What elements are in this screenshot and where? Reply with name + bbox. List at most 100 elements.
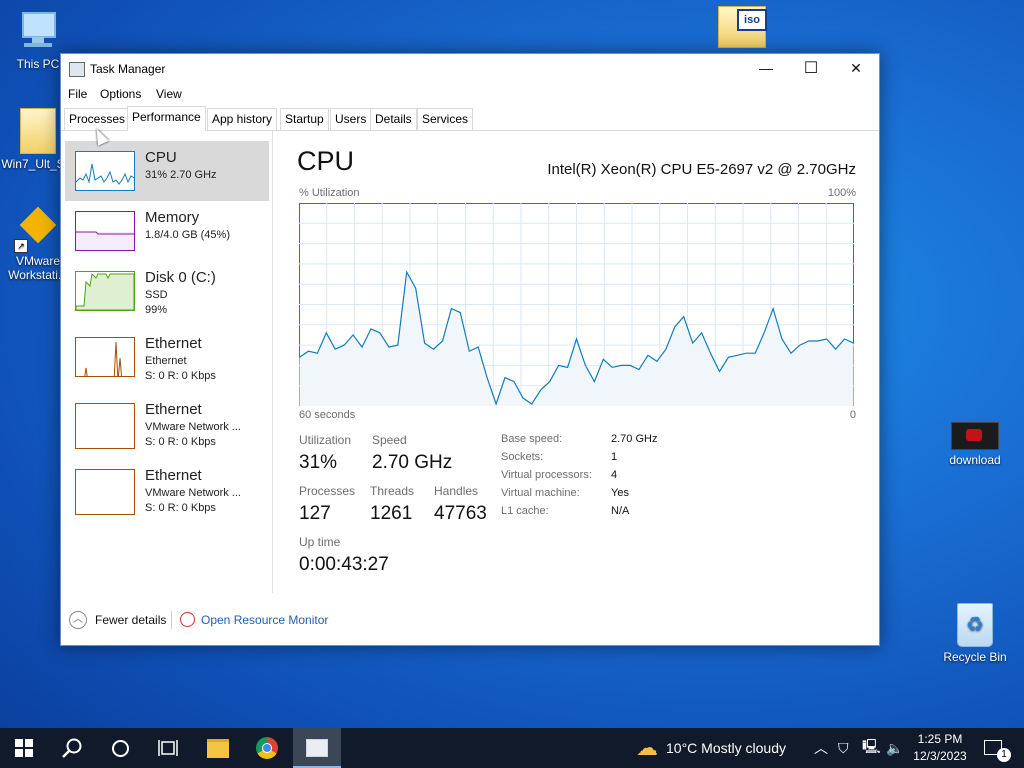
sidebar-item-detail: 31% 2.70 GHz (145, 169, 217, 181)
footer-divider (171, 611, 172, 629)
ethernet-thumbnail-graph (75, 337, 135, 377)
action-center-button[interactable]: 1 (976, 728, 1016, 768)
tab-details[interactable]: Details (370, 108, 417, 130)
tab-performance[interactable]: Performance (127, 106, 206, 131)
clock-date: 12/3/2023 (913, 749, 967, 763)
sidebar-item-name: CPU (145, 149, 177, 166)
chrome-button[interactable] (243, 728, 291, 768)
chevron-up-icon[interactable]: ︿ (69, 611, 87, 629)
sidebar-item-ethernet-1[interactable]: Ethernet Ethernet S: 0 R: 0 Kbps (65, 327, 269, 387)
tab-strip: Processes Performance App history Startu… (61, 106, 879, 131)
recycle-bin-icon: ♻ (957, 603, 993, 647)
desktop-icon-label: VMware Workstati... (8, 254, 68, 282)
tab-services[interactable]: Services (417, 108, 474, 130)
stat-utilization-label: Utilization (299, 433, 352, 447)
cpu-utilization-graph (299, 203, 854, 406)
network-icon[interactable]: 🖳 (862, 728, 881, 768)
sidebar-item-throughput: S: 0 R: 0 Kbps (145, 370, 216, 382)
fewer-details-link[interactable]: Fewer details (95, 613, 166, 627)
stat-threads-value: 1261 (370, 503, 413, 524)
cpu-thumbnail-graph (75, 151, 135, 191)
graph-y-label: % Utilization (299, 187, 360, 199)
iso-file-icon[interactable]: iso (718, 6, 767, 48)
desktop-icon-recycle-bin[interactable]: ♻ Recycle Bin (937, 603, 1013, 664)
search-button[interactable] (48, 728, 96, 768)
chrome-icon (256, 737, 278, 759)
sidebar-item-cpu[interactable]: CPU 31% 2.70 GHz (65, 141, 269, 201)
weather-widget[interactable]: ☁ 10°C Mostly cloudy (636, 728, 786, 768)
tab-app-history[interactable]: App history (207, 108, 278, 130)
sidebar-item-ethernet-2[interactable]: Ethernet VMware Network ... S: 0 R: 0 Kb… (65, 393, 269, 453)
chevron-up-tray-icon[interactable]: ︿ (814, 728, 828, 768)
task-manager-app-icon (69, 62, 85, 77)
footer-bar: ︿ Fewer details Open Resource Monitor (61, 607, 879, 637)
task-manager-taskbar-button[interactable] (293, 728, 341, 768)
desktop-icon-download[interactable]: download (937, 422, 1013, 467)
detail-base-speed-key: Base speed: (501, 433, 563, 445)
task-manager-window: Task Manager — ☐ ✕ File Options View Pro… (60, 53, 880, 646)
stat-processes-label: Processes (299, 484, 356, 498)
stat-uptime-label: Up time (299, 535, 341, 549)
disk-thumbnail-graph (75, 271, 135, 311)
file-explorer-icon (207, 738, 229, 758)
open-resource-monitor-link[interactable]: Open Resource Monitor (201, 613, 328, 627)
resource-monitor-icon (180, 612, 195, 627)
menu-options[interactable]: Options (100, 87, 141, 101)
sidebar-item-detail: 1.8/4.0 GB (45%) (145, 229, 230, 241)
graph-y-max-label: 100% (827, 187, 856, 199)
task-view-button[interactable] (144, 728, 192, 768)
sidebar-item-memory[interactable]: Memory 1.8/4.0 GB (45%) (65, 201, 269, 261)
sidebar-item-name: Ethernet (145, 401, 202, 418)
security-tray-icon[interactable]: ⛉ (838, 728, 849, 768)
menu-view[interactable]: View (156, 87, 182, 101)
file-explorer-button[interactable] (194, 728, 242, 768)
maximize-button[interactable]: ☐ (788, 54, 834, 84)
stat-utilization-value: 31% (299, 452, 338, 473)
sidebar-item-usage: 99% (145, 304, 168, 316)
stat-speed-value: 2.70 GHz (372, 452, 453, 473)
window-title: Task Manager (90, 62, 166, 76)
sidebar-item-name: Ethernet (145, 467, 202, 484)
stat-handles-label: Handles (434, 484, 479, 498)
search-icon (62, 738, 82, 758)
notification-badge: 1 (997, 748, 1011, 762)
minimize-button[interactable]: — (743, 54, 789, 84)
close-button[interactable]: ✕ (833, 54, 879, 84)
detail-virtual-machine-key: Virtual machine: (501, 487, 580, 499)
tab-processes[interactable]: Processes (64, 108, 131, 130)
clock-time: 1:25 PM (917, 732, 963, 746)
tab-users[interactable]: Users (330, 108, 372, 130)
clock[interactable]: 1:25 PM 12/3/2023 (910, 731, 970, 765)
graph-x-right-label: 0 (849, 409, 856, 421)
tab-startup[interactable]: Startup (280, 108, 329, 130)
sidebar-item-detail: Ethernet (145, 355, 187, 367)
sidebar-item-disk[interactable]: Disk 0 (C:) SSD 99% (65, 261, 269, 321)
start-button[interactable] (0, 728, 48, 768)
menu-bar: File Options View (61, 84, 879, 104)
cortana-button[interactable] (96, 728, 144, 768)
sidebar-item-throughput: S: 0 R: 0 Kbps (145, 502, 216, 514)
sidebar-item-ethernet-3[interactable]: Ethernet VMware Network ... S: 0 R: 0 Kb… (65, 459, 269, 519)
task-manager-icon (306, 739, 328, 757)
detail-virtual-machine-value: Yes (611, 487, 629, 499)
speaker-muted-icon[interactable]: 🔈 (886, 728, 903, 768)
folder-icon (20, 108, 56, 154)
sidebar-item-name: Memory (145, 209, 200, 226)
sidebar-item-throughput: S: 0 R: 0 Kbps (145, 436, 216, 448)
title-bar[interactable]: Task Manager — ☐ ✕ (61, 54, 879, 84)
taskbar: ☁ 10°C Mostly cloudy ︿ ⛉ 🖳 🔈 1:25 PM 12/… (0, 728, 1024, 768)
cloud-sun-icon: ☁ (636, 735, 658, 760)
ethernet-thumbnail-graph (75, 403, 135, 449)
graph-x-left-label: 60 seconds (299, 409, 356, 421)
stat-speed-label: Speed (372, 433, 407, 447)
cpu-model-name: Intel(R) Xeon(R) CPU E5-2697 v2 @ 2.70GH… (547, 161, 856, 178)
download-video-icon (951, 422, 999, 450)
detail-l1-cache-key: L1 cache: (501, 505, 549, 517)
computer-icon (18, 10, 58, 54)
menu-file[interactable]: File (68, 87, 87, 101)
sidebar-item-name: Disk 0 (C:) (145, 269, 216, 286)
detail-sockets-value: 1 (611, 451, 618, 463)
detail-l1-cache-value: N/A (611, 505, 630, 517)
stat-threads-label: Threads (370, 484, 415, 498)
stat-uptime-value: 0:00:43:27 (299, 554, 389, 575)
